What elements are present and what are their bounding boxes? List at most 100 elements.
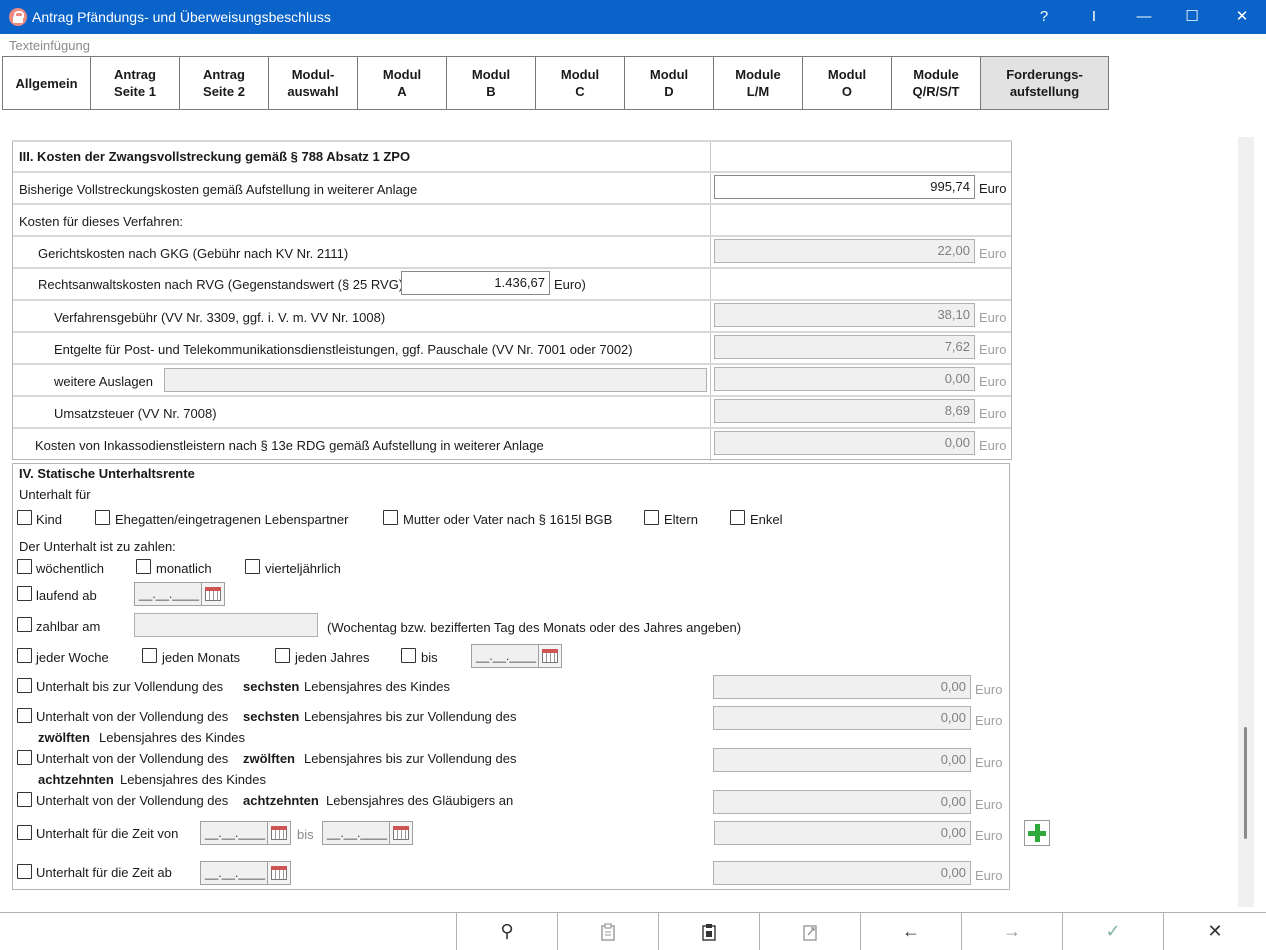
jeder-woche-checkbox[interactable] xyxy=(17,648,32,663)
tab-modul-b[interactable]: Modul B xyxy=(447,56,536,110)
bisherige-value-input[interactable]: 995,74 xyxy=(714,175,975,199)
zahlbar-am-checkbox[interactable] xyxy=(17,617,32,632)
sechsten-checkbox[interactable] xyxy=(17,678,32,693)
laufend-ab-label: laufend ab xyxy=(36,588,97,603)
woechentlich-checkbox[interactable] xyxy=(17,559,32,574)
tab-antrag-seite-2[interactable]: Antrag Seite 2 xyxy=(180,56,269,110)
zahlbar-am-hint: (Wochentag bzw. bezifferten Tag des Mona… xyxy=(327,620,742,635)
export-icon xyxy=(803,925,817,941)
calendar-icon xyxy=(271,826,287,840)
monatlich-checkbox[interactable] xyxy=(136,559,151,574)
achtzehnten-checkbox[interactable] xyxy=(17,792,32,807)
zeit-von-label: Unterhalt für die Zeit von xyxy=(36,826,179,841)
zeit-bis-date-input[interactable]: __.__.____ xyxy=(322,821,390,845)
vierteljaehrlich-label: vierteljährlich xyxy=(265,561,341,576)
r3-text-a: Unterhalt von der Vollendung des xyxy=(36,751,229,766)
back-button[interactable]: ← xyxy=(860,913,961,950)
jeden-monats-checkbox[interactable] xyxy=(142,648,157,663)
texteinfuegung-label[interactable]: Texteinfügung xyxy=(9,38,90,53)
zahlbar-am-input[interactable] xyxy=(134,613,318,637)
cancel-button[interactable]: ✕ xyxy=(1163,913,1266,950)
vierteljaehrlich-checkbox[interactable] xyxy=(245,559,260,574)
zu-zahlen-label: Der Unterhalt ist zu zahlen: xyxy=(19,539,176,554)
mutter-vater-label: Mutter oder Vater nach § 1615l BGB xyxy=(403,512,613,527)
ok-button[interactable]: ✓ xyxy=(1062,913,1163,950)
zahlbar-am-label: zahlbar am xyxy=(36,619,101,634)
clipboard-button[interactable] xyxy=(557,913,658,950)
bis-calendar-button[interactable] xyxy=(538,644,562,668)
add-zeitraum-button[interactable] xyxy=(1024,820,1050,846)
tab-forderungsaufstellung[interactable]: Forderungs- aufstellung xyxy=(981,56,1109,110)
close-window-button[interactable]: ✕ xyxy=(1218,0,1266,34)
tab-modul-a[interactable]: Modul A xyxy=(358,56,447,110)
mutter-vater-checkbox[interactable] xyxy=(383,510,398,525)
bis-checkbox[interactable] xyxy=(401,648,416,663)
maximize-button[interactable]: ☐ xyxy=(1168,0,1216,34)
text-cursor-icon: I xyxy=(1091,8,1097,25)
laufend-ab-date-input[interactable]: __.__.____ xyxy=(134,582,202,606)
zwoelften-achtzehnten-checkbox[interactable] xyxy=(17,750,32,765)
verfahrensgebuehr-label: Verfahrensgebühr (VV Nr. 3309, ggf. i. V… xyxy=(54,310,386,325)
forward-button[interactable]: → xyxy=(961,913,1062,950)
tab-antrag-seite-1[interactable]: Antrag Seite 1 xyxy=(91,56,180,110)
tab-module-l-m[interactable]: Module L/M xyxy=(714,56,803,110)
minimize-button[interactable]: — xyxy=(1120,0,1168,34)
verfahrensgebuehr-value: 38,10 xyxy=(714,303,975,327)
tab-modul-d[interactable]: Modul D xyxy=(625,56,714,110)
rvg-unit: Euro) xyxy=(554,277,586,292)
r2-text-e: Lebensjahres des Kindes xyxy=(99,730,245,745)
tab-module-q-r-s-t[interactable]: Module Q/R/S/T xyxy=(892,56,981,110)
zeit-ab-date-input[interactable]: __.__.____ xyxy=(200,861,268,885)
tab-allgemein[interactable]: Allgemein xyxy=(2,56,91,110)
r1-text-b: sechsten xyxy=(243,679,300,694)
zeit-ab-checkbox[interactable] xyxy=(17,864,32,879)
woechentlich-label: wöchentlich xyxy=(36,561,104,576)
zeit-von-checkbox[interactable] xyxy=(17,825,32,840)
export-button[interactable] xyxy=(759,913,860,950)
bis-date-input[interactable]: __.__.____ xyxy=(471,644,539,668)
calendar-icon xyxy=(393,826,409,840)
tab-bar: Allgemein Antrag Seite 1 Antrag Seite 2 … xyxy=(2,56,1109,110)
verfahren-label: Kosten für dieses Verfahren: xyxy=(19,214,184,229)
zeit-ab-value: 0,00 xyxy=(713,861,971,885)
tab-modulauswahl[interactable]: Modul- auswahl xyxy=(269,56,358,110)
r4-value: 0,00 xyxy=(713,790,971,814)
search-button[interactable]: ⚲ xyxy=(456,913,557,950)
kind-checkbox[interactable] xyxy=(17,510,32,525)
jeden-jahres-label: jeden Jahres xyxy=(295,650,370,665)
window-title: Antrag Pfändungs- und Überweisungsbeschl… xyxy=(32,9,331,25)
zeit-ab-label: Unterhalt für die Zeit ab xyxy=(36,865,172,880)
tab-modul-o[interactable]: Modul O xyxy=(803,56,892,110)
r4-text-b: achtzehnten xyxy=(243,793,319,808)
paste-button[interactable] xyxy=(658,913,759,950)
laufend-ab-checkbox[interactable] xyxy=(17,586,32,601)
kind-label: Kind xyxy=(36,512,63,527)
r2-text-d: zwölften xyxy=(38,730,90,745)
gegenstandswert-input[interactable]: 1.436,67 xyxy=(401,271,550,295)
r3-value: 0,00 xyxy=(713,748,971,772)
arrow-right-icon: → xyxy=(1003,921,1021,941)
scrollbar-thumb[interactable] xyxy=(1244,727,1247,839)
r4-text-a: Unterhalt von der Vollendung des xyxy=(36,793,229,808)
bisherige-label: Bisherige Vollstreckungskosten gemäß Auf… xyxy=(19,182,418,197)
zeit-von-calendar-button[interactable] xyxy=(267,821,291,845)
rvg-label: Rechtsanwaltskosten nach RVG (Gegenstand… xyxy=(38,277,407,292)
tab-modul-c[interactable]: Modul C xyxy=(536,56,625,110)
zeit-von-unit: Euro xyxy=(975,828,1003,843)
jeden-jahres-checkbox[interactable] xyxy=(275,648,290,663)
zeit-bis-calendar-button[interactable] xyxy=(389,821,413,845)
enkel-checkbox[interactable] xyxy=(730,510,745,525)
sechsten-zwoelften-checkbox[interactable] xyxy=(17,708,32,723)
auslagen-value: 0,00 xyxy=(714,367,975,391)
ehegatten-checkbox[interactable] xyxy=(95,510,110,525)
bottom-toolbar: ⚲ ← → ✓ ✕ xyxy=(0,912,1266,950)
bis-label: bis xyxy=(421,650,438,665)
help-button[interactable]: ? xyxy=(1020,0,1068,34)
auslagen-text-input[interactable] xyxy=(164,368,707,392)
laufend-ab-calendar-button[interactable] xyxy=(201,582,225,606)
zeit-ab-calendar-button[interactable] xyxy=(267,861,291,885)
zeit-ab-unit: Euro xyxy=(975,868,1003,883)
zeit-von-date-input[interactable]: __.__.____ xyxy=(200,821,268,845)
eltern-checkbox[interactable] xyxy=(644,510,659,525)
clipboard-icon xyxy=(601,923,615,941)
